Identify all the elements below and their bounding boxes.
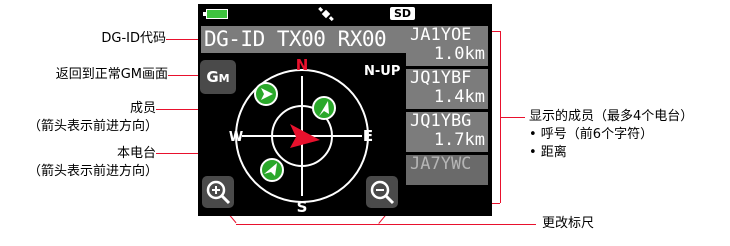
compass-north-label: N [296, 56, 309, 74]
leader-dgid [166, 39, 202, 40]
compass-south-label: S [297, 198, 308, 216]
member-item[interactable]: JA1YOE 1.0km [406, 26, 488, 66]
leader-scale-line [236, 224, 536, 225]
member-item[interactable]: JQ1YBF 1.4km [406, 69, 488, 109]
member-marker-1 [254, 82, 278, 106]
label-own-note: （箭头表示前进方向） [27, 164, 158, 179]
label-return-gm: 返回到正常GM画面 [55, 67, 168, 82]
member-list: JA1YOE 1.0km JQ1YBF 1.4km JQ1YBG 1.7km J… [406, 26, 488, 188]
label-members-shown: 显示的成员（最多4个电台） [529, 109, 694, 124]
label-callsign-bullet: • 呼号（前6个字符） [529, 127, 654, 142]
leader-members-shown [501, 117, 525, 118]
zoom-in-button[interactable] [202, 176, 234, 208]
member-marker-3 [260, 158, 284, 182]
member-callsign: JA1YOE [410, 25, 472, 45]
compass-west-label: W [229, 130, 243, 145]
member-callsign: JA7YWC [410, 154, 472, 174]
label-own-station: 本电台 [116, 146, 156, 161]
compass-east-label: E [363, 127, 373, 145]
member-marker-2 [312, 96, 336, 120]
label-dgid-code: DG-ID代码 [101, 31, 166, 46]
member-callsign: JQ1YBG [410, 111, 472, 131]
member-item[interactable]: JQ1YBG 1.7km [406, 112, 488, 152]
zoom-in-icon [206, 180, 231, 205]
zoom-out-icon [370, 180, 395, 205]
label-distance-bullet: • 距离 [529, 145, 567, 160]
label-member-note: （箭头表示前进方向） [27, 119, 158, 134]
member-distance: 1.7km [433, 130, 485, 150]
label-member: 成员 [129, 101, 156, 116]
member-item[interactable]: JA7YWC [406, 155, 488, 185]
zoom-out-button[interactable] [366, 176, 398, 208]
radio-screen: SD DG-ID TX00 RX00 GM N-UP N S E W JA1YO… [198, 4, 492, 216]
member-distance: 1.0km [433, 44, 485, 64]
member-callsign: JQ1YBF [410, 68, 472, 88]
label-change-scale: 更改标尺 [542, 216, 595, 231]
leader-return-gm [168, 75, 202, 76]
bracket-members-top [492, 31, 500, 32]
member-distance: 1.4km [433, 87, 485, 107]
bracket-members-bottom [492, 203, 500, 204]
